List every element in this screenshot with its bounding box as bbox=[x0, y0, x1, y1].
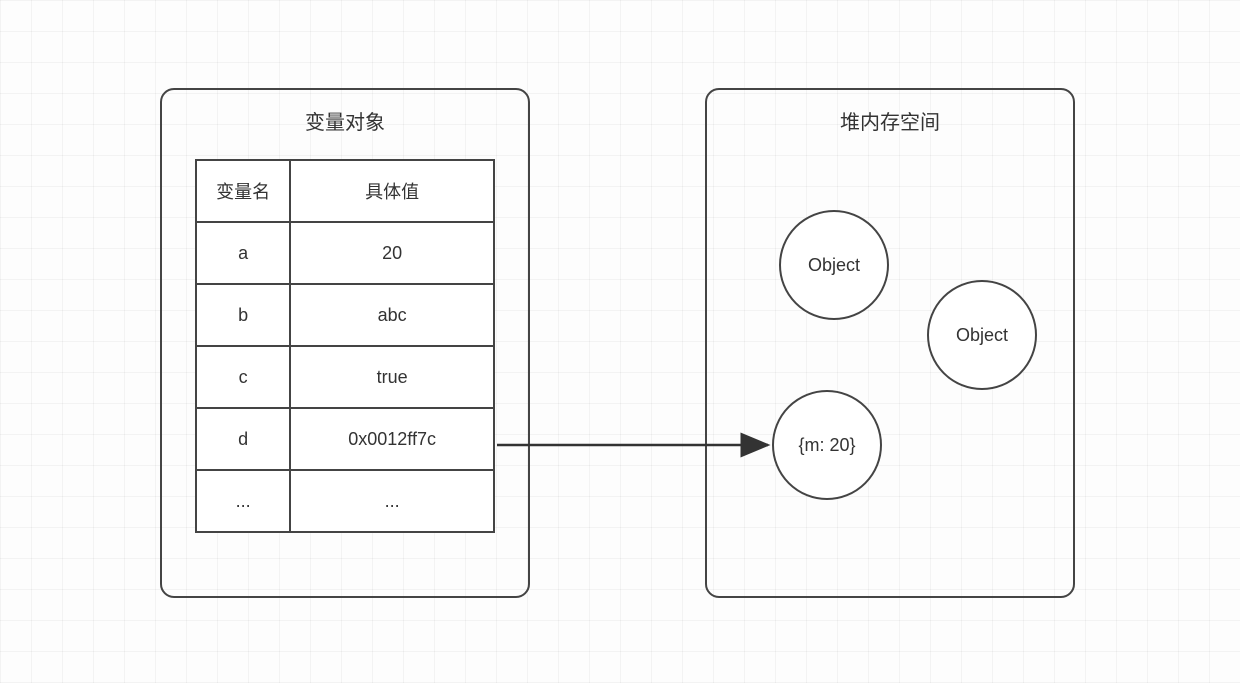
table-row: d 0x0012ff7c bbox=[196, 408, 494, 470]
var-name-cell: d bbox=[196, 408, 290, 470]
var-value-cell: 20 bbox=[290, 222, 494, 284]
variable-object-title: 变量对象 bbox=[162, 106, 528, 135]
heap-object-label: Object bbox=[956, 325, 1008, 346]
var-name-cell: ... bbox=[196, 470, 290, 532]
variable-table: 变量名 具体值 a 20 b abc c true d 0x0012ff7c . bbox=[195, 159, 495, 533]
heap-memory-panel: 堆内存空间 Object Object {m: 20} bbox=[705, 88, 1075, 598]
table-header-value: 具体值 bbox=[290, 160, 494, 222]
table-row: c true bbox=[196, 346, 494, 408]
table-header-name: 变量名 bbox=[196, 160, 290, 222]
heap-memory-title: 堆内存空间 bbox=[707, 106, 1073, 135]
var-name-cell: c bbox=[196, 346, 290, 408]
var-value-cell: 0x0012ff7c bbox=[290, 408, 494, 470]
var-name-cell: b bbox=[196, 284, 290, 346]
var-value-cell: abc bbox=[290, 284, 494, 346]
variable-object-panel: 变量对象 变量名 具体值 a 20 b abc c true d 0x0012 bbox=[160, 88, 530, 598]
table-header-row: 变量名 具体值 bbox=[196, 160, 494, 222]
var-value-cell: true bbox=[290, 346, 494, 408]
table-row: ... ... bbox=[196, 470, 494, 532]
table-row: a 20 bbox=[196, 222, 494, 284]
heap-object: Object bbox=[779, 210, 889, 320]
heap-object-label: Object bbox=[808, 255, 860, 276]
var-value-cell: ... bbox=[290, 470, 494, 532]
heap-object: Object bbox=[927, 280, 1037, 390]
heap-object-label: {m: 20} bbox=[798, 435, 855, 456]
heap-object: {m: 20} bbox=[772, 390, 882, 500]
var-name-cell: a bbox=[196, 222, 290, 284]
table-row: b abc bbox=[196, 284, 494, 346]
